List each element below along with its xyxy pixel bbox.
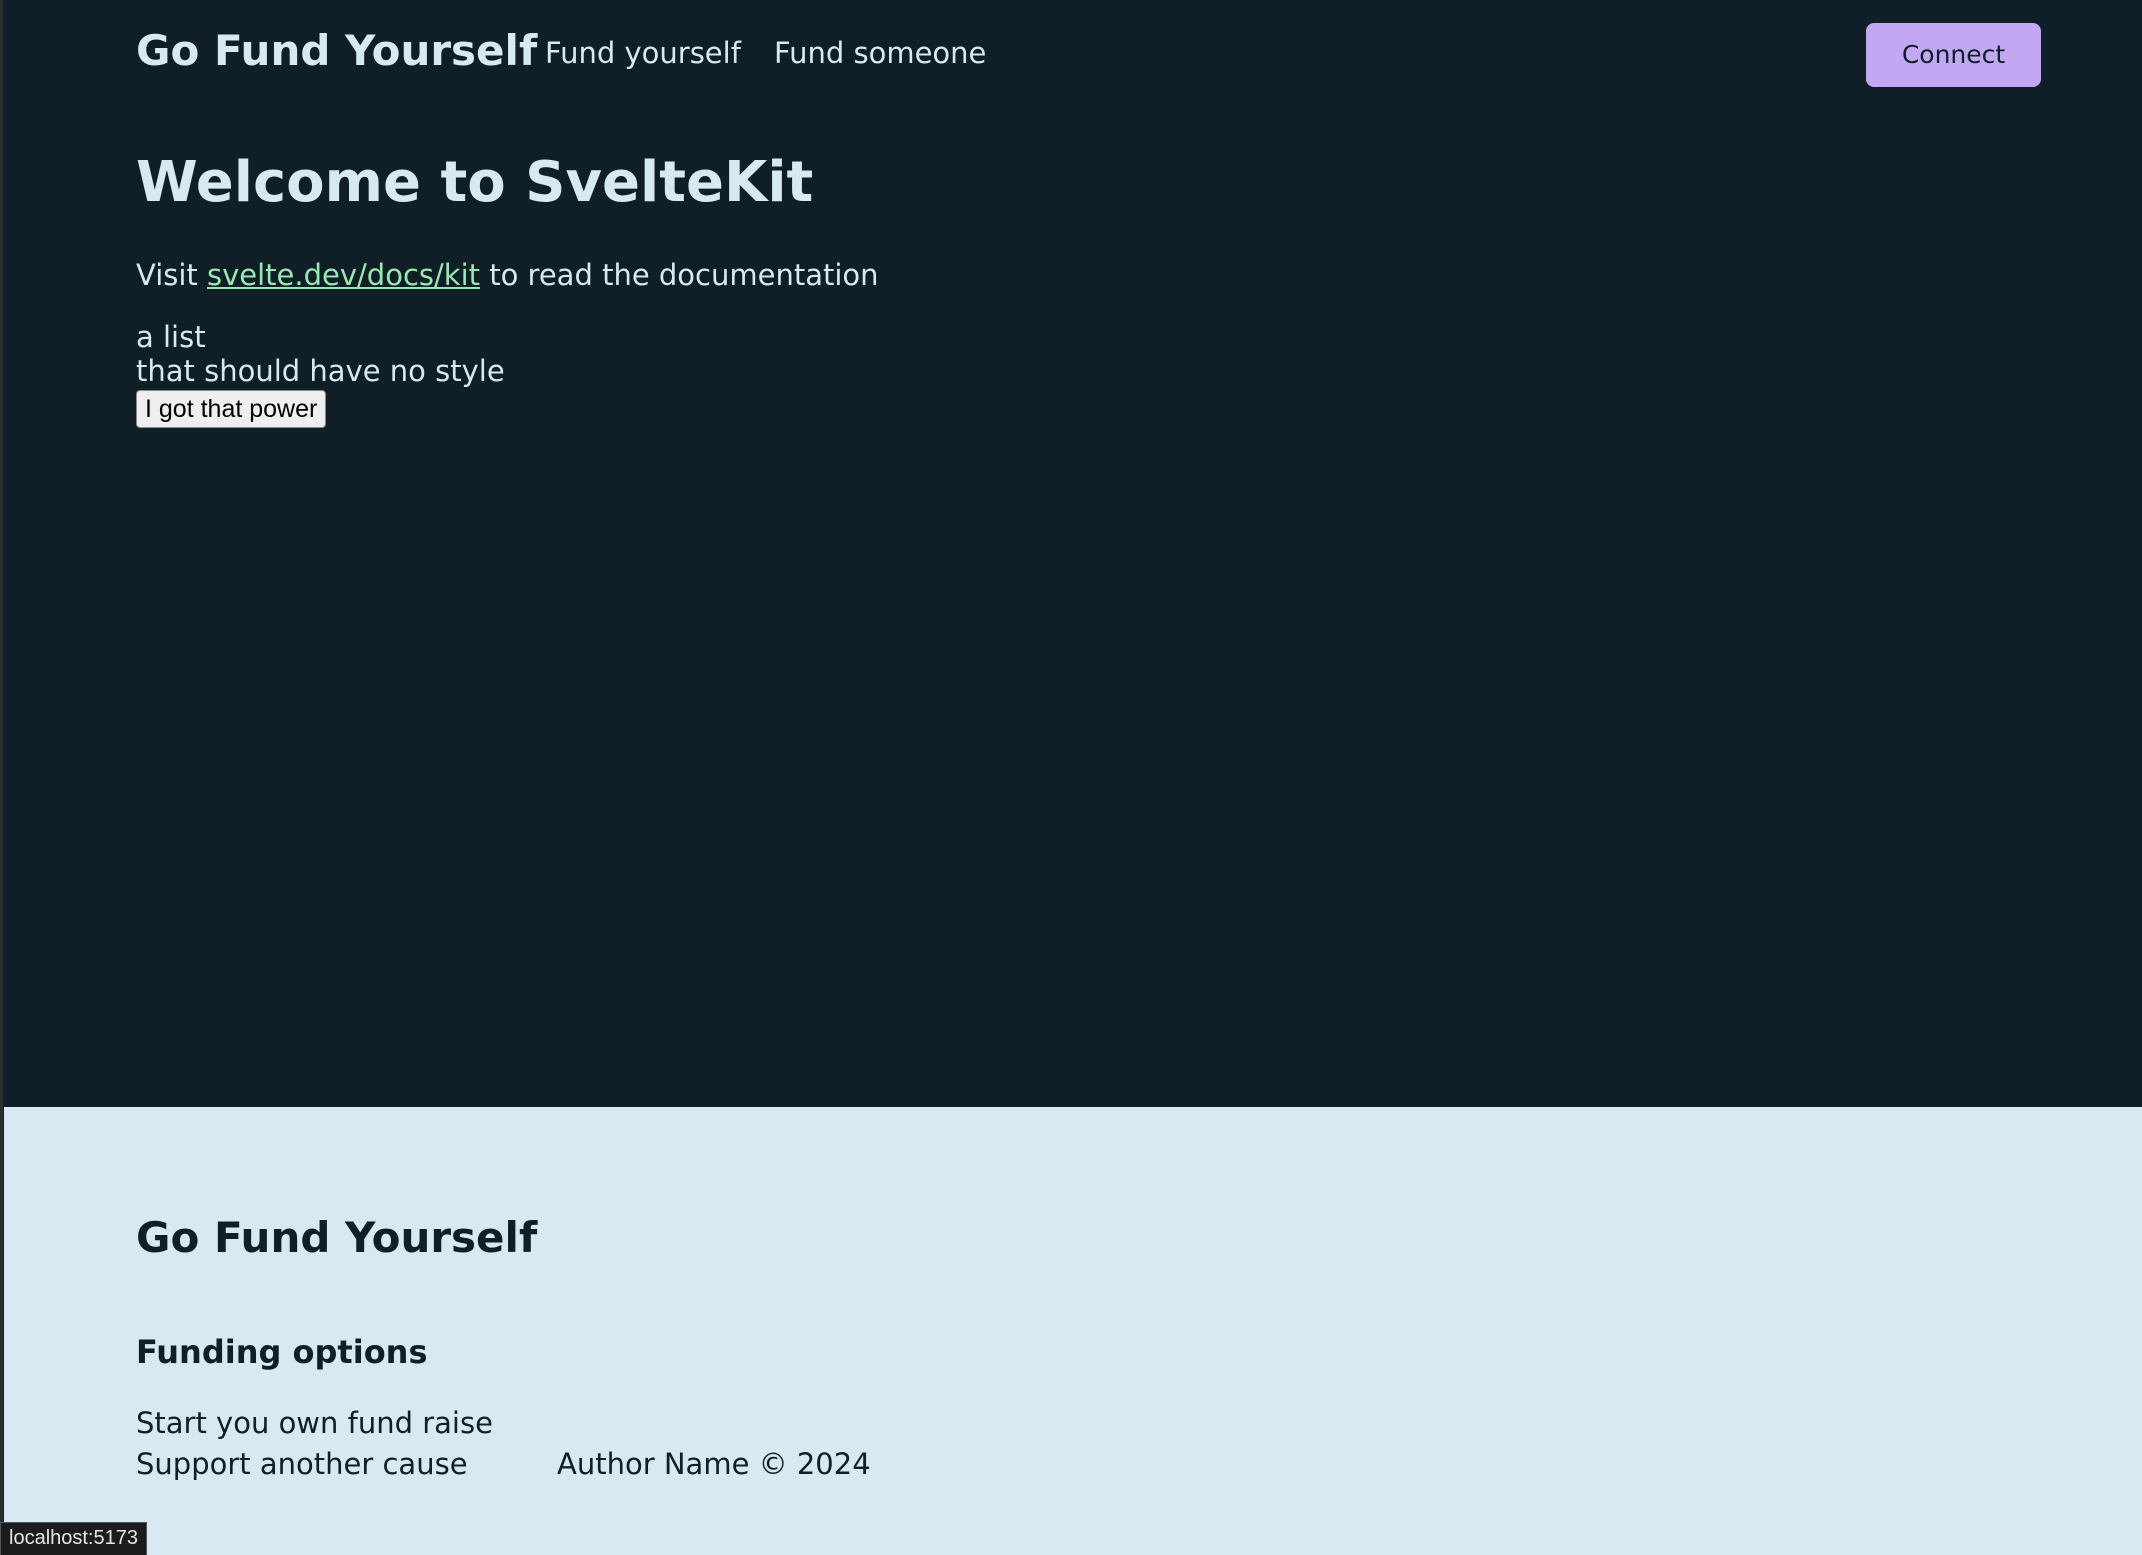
footer-link-start-fund-raise[interactable]: Start you own fund raise [136, 1403, 493, 1444]
plain-list: a list that should have no style [136, 320, 505, 388]
site-header: Go Fund Yourself Fund yourself Fund some… [0, 0, 2142, 110]
list-item: that should have no style [136, 354, 505, 388]
list-item: a list [136, 320, 206, 354]
nav-link-fund-someone[interactable]: Fund someone [774, 36, 986, 70]
footer-link-support-cause[interactable]: Support another cause [136, 1444, 493, 1485]
window-left-border [0, 0, 3, 1555]
visit-prefix: Visit [136, 258, 208, 292]
browser-status-url: localhost:5173 [0, 1522, 147, 1555]
visit-suffix: to read the documentation [480, 258, 879, 292]
site-footer: Go Fund Yourself Funding options Start y… [4, 1107, 2142, 1555]
copyright-text: Author Name © 2024 [557, 1447, 871, 1481]
footer-brand: Go Fund Yourself [136, 1213, 538, 1262]
nav-link-fund-yourself[interactable]: Fund yourself [545, 36, 741, 70]
footer-links: Start you own fund raise Support another… [136, 1403, 493, 1485]
page-title: Welcome to SvelteKit [136, 150, 814, 215]
site-brand[interactable]: Go Fund Yourself [136, 26, 537, 75]
docs-link[interactable]: svelte.dev/docs/kit [207, 258, 480, 292]
power-button[interactable]: I got that power [136, 390, 327, 428]
page: Go Fund Yourself Fund yourself Fund some… [0, 0, 2142, 1555]
connect-button[interactable]: Connect [1866, 23, 2041, 87]
footer-heading-funding-options: Funding options [136, 1333, 428, 1371]
visit-text: Visit svelte.dev/docs/kit to read the do… [136, 258, 879, 292]
